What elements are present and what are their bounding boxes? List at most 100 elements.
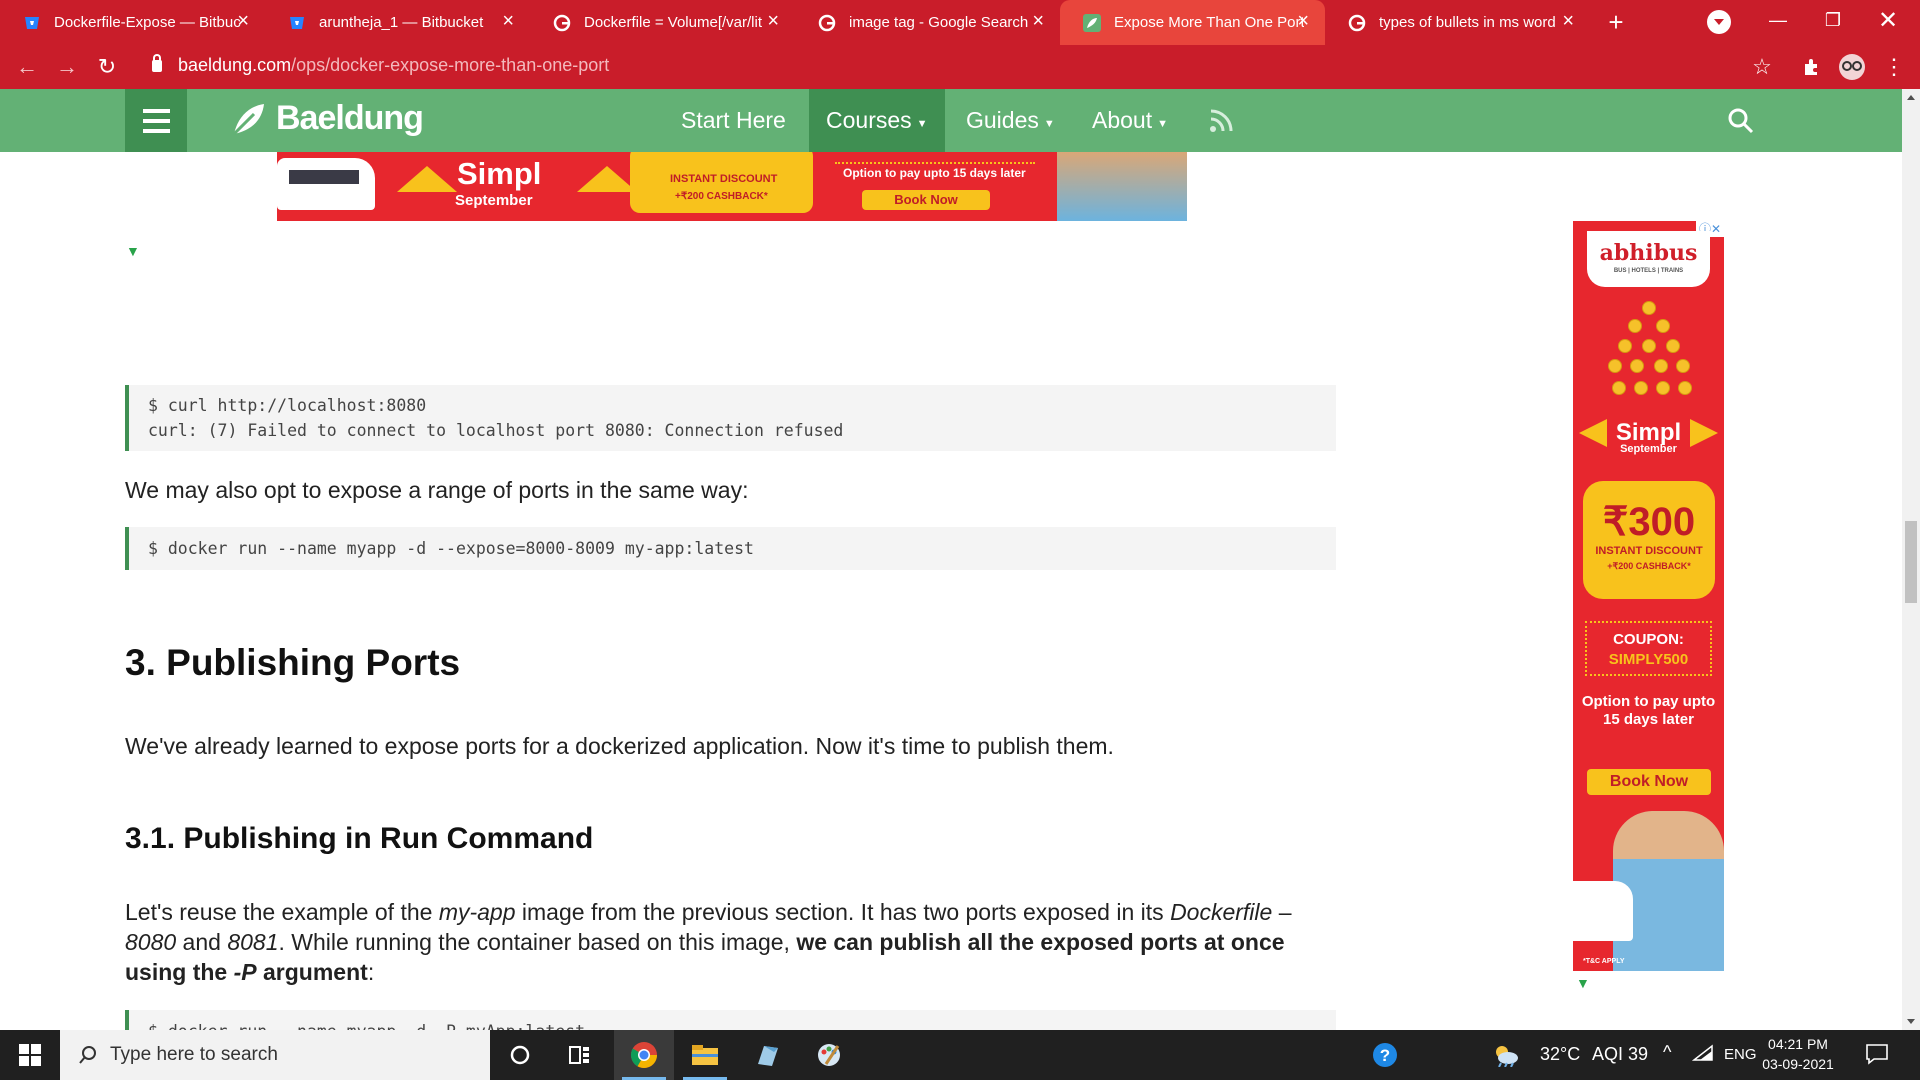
top-banner-ad[interactable]: Simpl September INSTANT DISCOUNT +₹200 C… [277, 152, 1187, 221]
logo-text: Baeldung [276, 99, 424, 137]
browser-menu-icon[interactable]: ⋮ [1880, 53, 1908, 81]
menu-start-here[interactable]: Start Here [664, 89, 803, 152]
menu-guides[interactable]: Guides ▼ [949, 89, 1072, 152]
site-logo[interactable]: Baeldung [230, 99, 424, 138]
close-tab-icon[interactable]: × [1562, 11, 1574, 31]
search-icon [78, 1045, 98, 1071]
tray-chevron-up-icon[interactable]: ^ [1663, 1042, 1671, 1063]
extensions-icon[interactable] [1798, 53, 1826, 81]
chevron-decoration [577, 166, 637, 192]
ad-book-now-button[interactable]: Book Now [1587, 769, 1711, 795]
menu-courses[interactable]: Courses ▼ [809, 89, 945, 152]
close-tab-icon[interactable]: × [767, 11, 779, 31]
ad-amount: ₹300 [1602, 500, 1696, 544]
weather-icon[interactable] [1486, 1030, 1526, 1080]
site-nav: Baeldung Start Here Courses ▼ Guides ▼ Abo… [0, 89, 1902, 152]
paragraph-publish-all: Let's reuse the example of the my-app im… [125, 897, 1336, 987]
date: 03-09-2021 [1762, 1056, 1834, 1072]
app-icon[interactable] [737, 1030, 797, 1080]
subsection-heading: 3.1. Publishing in Run Command [125, 822, 594, 855]
tab-title: types of bullets in ms word [1379, 14, 1556, 31]
url-path: /ops/docker-expose-more-than-one-port [291, 55, 610, 75]
close-tab-icon[interactable]: × [1297, 11, 1309, 31]
text: Let's reuse the example of the [125, 899, 439, 925]
tab-image-tag[interactable]: image tag - Google Search × [795, 0, 1060, 45]
bold-text: argument [256, 959, 368, 985]
ad-choice-icon[interactable]: ▼ [126, 243, 140, 259]
close-window-icon[interactable]: ✕ [1862, 0, 1914, 40]
close-tab-icon[interactable]: × [1032, 11, 1044, 31]
rss-icon[interactable] [1207, 107, 1235, 140]
cortana-icon[interactable] [490, 1030, 550, 1080]
tab-expose-more-than-one-port[interactable]: Expose More Than One Port × [1060, 0, 1325, 45]
paragraph: We've already learned to expose ports fo… [125, 733, 1114, 759]
weather-temp[interactable]: 32°C [1540, 1044, 1580, 1065]
forward-icon[interactable]: → [53, 53, 81, 81]
tab-title: Dockerfile-Expose — Bitbuc [54, 14, 241, 31]
close-tab-icon[interactable]: × [237, 11, 249, 31]
windows-start-icon[interactable] [0, 1030, 60, 1080]
menu-about[interactable]: About ▼ [1075, 89, 1185, 152]
close-tab-icon[interactable]: × [502, 11, 514, 31]
section-heading: 3. Publishing Ports [125, 642, 461, 683]
aqi[interactable]: AQI 39 [1592, 1044, 1648, 1065]
language-indicator[interactable]: ENG [1724, 1046, 1757, 1063]
ad-choice-icon[interactable]: ▼ [1576, 975, 1590, 991]
reload-icon[interactable]: ↻ [93, 53, 121, 81]
browser-tab-bar: Dockerfile-Expose — Bitbuc × aruntheja_1… [0, 0, 1920, 45]
menu-label: About [1092, 107, 1153, 133]
ad-person-image [1057, 152, 1187, 221]
bitbucket-icon [22, 13, 42, 33]
ad-discount-label: INSTANT DISCOUNT [670, 173, 778, 185]
ad-discount-box: ₹300 INSTANT DISCOUNT +₹200 CASHBACK* [1583, 481, 1715, 599]
menu-label: Guides [966, 107, 1039, 133]
tab-types-of-bullets[interactable]: types of bullets in ms word × [1325, 0, 1590, 45]
file-explorer-icon[interactable] [675, 1030, 735, 1080]
ad-sub: September [455, 192, 533, 209]
scrollbar-thumb[interactable] [1905, 521, 1917, 603]
help-icon[interactable]: ? [1355, 1030, 1415, 1080]
chrome-icon[interactable] [614, 1030, 674, 1080]
svg-text:?: ? [1380, 1046, 1390, 1065]
clock[interactable]: 04:21 PM 03-09-2021 [1758, 1034, 1838, 1074]
caret-down-icon: ▼ [1157, 117, 1168, 130]
back-icon[interactable]: ← [13, 53, 41, 81]
tab-aruntheja[interactable]: aruntheja_1 — Bitbucket × [265, 0, 530, 45]
minimize-icon[interactable]: — [1752, 0, 1804, 40]
address-bar: ← → ↻ baeldung.com/ops/docker-expose-mor… [0, 45, 1920, 89]
notification-icon[interactable] [1865, 1043, 1889, 1070]
wifi-icon[interactable] [1691, 1044, 1714, 1067]
scroll-down-icon[interactable] [1907, 1019, 1915, 1024]
bus-image [1573, 881, 1633, 941]
hamburger-menu-icon[interactable] [125, 89, 187, 152]
menu-label: Start Here [681, 107, 786, 133]
ad-book-now-button[interactable]: Book Now [862, 190, 990, 210]
task-view-icon[interactable] [550, 1030, 610, 1080]
tab-dockerfile-expose[interactable]: Dockerfile-Expose — Bitbuc × [0, 0, 265, 45]
ad-brand-logo: abhibus BUS | HOTELS | TRAINS [1587, 231, 1710, 287]
coupon-label: COUPON: [1613, 631, 1684, 648]
caret-down-icon: ▼ [916, 117, 928, 130]
tab-dockerfile-volume[interactable]: Dockerfile = Volume[/var/lit × [530, 0, 795, 45]
code-line: $ curl http://localhost:8080 [148, 396, 427, 415]
side-banner-ad[interactable]: ⓘ✕ abhibus BUS | HOTELS | TRAINS Simpl Se… [1573, 221, 1724, 971]
search-icon[interactable] [1727, 107, 1755, 140]
leaf-icon [232, 103, 264, 135]
profile-avatar[interactable] [1838, 53, 1866, 81]
new-tab-button[interactable]: + [1596, 0, 1636, 45]
ad-brand: abhibus [1599, 240, 1698, 266]
page-scrollbar[interactable] [1902, 89, 1920, 1030]
scroll-up-icon[interactable] [1907, 95, 1915, 100]
paragraph: We may also opt to expose a range of por… [125, 477, 749, 503]
ad-sept: September [1620, 443, 1677, 455]
paint-icon[interactable] [799, 1030, 859, 1080]
restore-icon[interactable]: ❐ [1807, 0, 1859, 40]
tab-title: aruntheja_1 — Bitbucket [319, 14, 484, 31]
bookmark-star-icon[interactable]: ☆ [1748, 53, 1776, 81]
code-block-curl: $ curl http://localhost:8080 curl: (7) F… [125, 385, 1336, 451]
lock-icon[interactable] [152, 54, 162, 72]
tab-search-button[interactable] [1707, 10, 1731, 34]
taskbar-search-box[interactable]: Type here to search [60, 1030, 490, 1080]
url-field[interactable]: baeldung.com/ops/docker-expose-more-than… [178, 55, 609, 76]
text: – [1272, 899, 1292, 925]
